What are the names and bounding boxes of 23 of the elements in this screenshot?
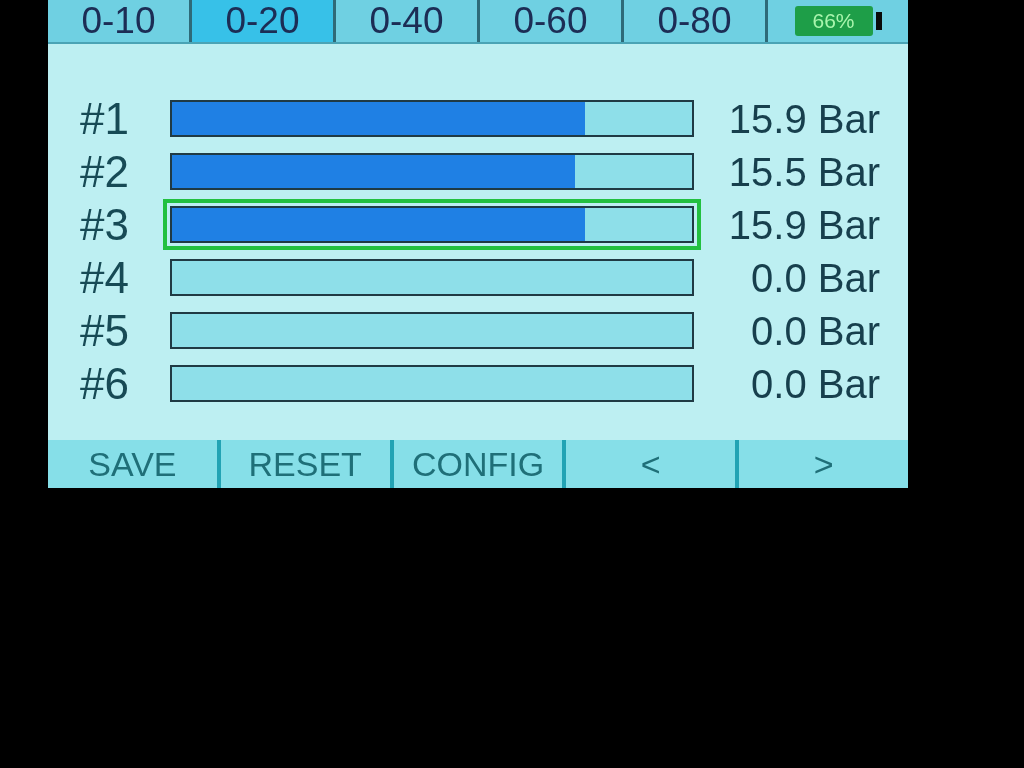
channel-label: #3 (80, 202, 129, 247)
range-tab[interactable]: 0-80 (624, 0, 765, 42)
range-tab[interactable]: 0-20 (192, 0, 333, 42)
channel-label: #6 (80, 361, 129, 406)
function-button[interactable]: SAVE (48, 440, 217, 488)
channel-label: #4 (80, 255, 129, 300)
channel-label: #2 (80, 149, 129, 194)
pressure-reading: 0.0 Bar (751, 363, 880, 404)
function-button[interactable]: CONFIG (393, 440, 563, 488)
pressure-reading: 0.0 Bar (751, 257, 880, 298)
channel-label: #5 (80, 308, 129, 353)
function-button[interactable]: < (566, 440, 736, 488)
range-tab[interactable]: 0-40 (336, 0, 477, 42)
pressure-reading: 0.0 Bar (751, 310, 880, 351)
pressure-reading: 15.9 Bar (728, 98, 880, 139)
function-button[interactable]: > (739, 440, 908, 488)
range-tab[interactable]: 0-10 (48, 0, 189, 42)
range-tab[interactable]: 0-60 (480, 0, 621, 42)
pressure-reading: 15.9 Bar (728, 204, 880, 245)
function-button[interactable]: RESET (220, 440, 390, 488)
pressure-reading: 15.5 Bar (728, 151, 880, 192)
channel-label: #1 (80, 96, 129, 141)
battery-indicator: 66% (794, 6, 882, 36)
